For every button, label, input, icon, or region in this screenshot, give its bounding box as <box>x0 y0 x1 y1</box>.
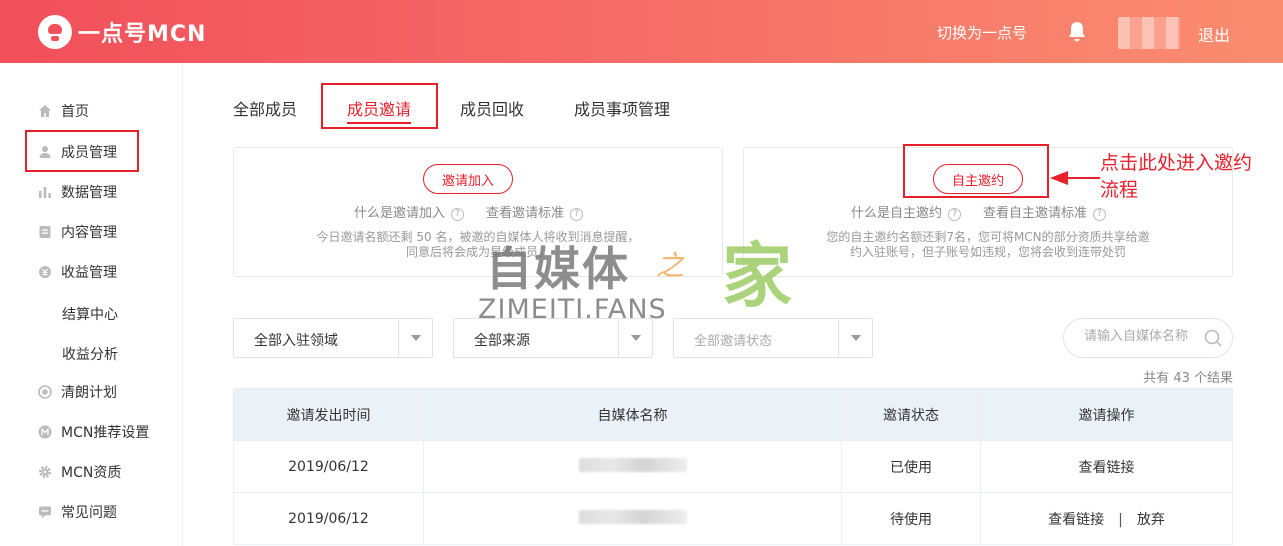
annotation-text: 点击此处进入邀约 流程 <box>1100 152 1253 201</box>
logo-text: 一点号MCN <box>78 22 207 47</box>
switch-account-link[interactable]: 切换为一点号 <box>937 22 1027 43</box>
sidebar-item-home[interactable]: 首页 <box>38 99 89 123</box>
help-icon[interactable]: ? <box>948 208 962 221</box>
annotation-arrow-icon <box>1050 171 1100 185</box>
invite-date: 2019/06/12 <box>233 440 424 493</box>
what-is-invite-link[interactable]: 什么是邀请加入 <box>354 206 445 221</box>
invite-actions: 查看链接 <box>980 440 1233 493</box>
avatar[interactable] <box>1118 17 1180 49</box>
home-icon <box>39 105 51 117</box>
bell-icon[interactable] <box>1067 21 1087 43</box>
tab-member-affairs[interactable]: 成员事项管理 <box>574 96 670 120</box>
sidebar-item-mcn-qualification[interactable]: MCN资质 <box>38 460 121 484</box>
chevron-down-icon[interactable] <box>398 319 432 357</box>
logo[interactable]: 一点号MCN <box>38 15 206 49</box>
sidebar-item-mcn-recommend[interactable]: MCN推荐设置 <box>38 420 149 444</box>
top-header: 一点号MCN 切换为一点号 退出 <box>0 0 1283 63</box>
highlight-box-sidebar <box>25 130 139 172</box>
highlight-box-tab <box>321 83 438 129</box>
invite-table: 邀请发出时间 自媒体名称 邀请状态 邀请操作 2019/06/12 已使用 查看… <box>233 388 1233 545</box>
invite-status: 已使用 <box>841 440 981 493</box>
tab-all-members[interactable]: 全部成员 <box>233 96 297 120</box>
self-invite-card-links: 什么是自主邀约? 查看自主邀请标准? <box>851 202 1128 221</box>
action-separator: | <box>1118 511 1123 528</box>
view-link-button[interactable]: 查看链接 <box>1079 460 1135 476</box>
abandon-button[interactable]: 放弃 <box>1137 512 1165 528</box>
invite-join-button[interactable]: 邀请加入 <box>423 164 513 194</box>
domain-select[interactable]: 全部入驻领域 <box>233 318 433 358</box>
status-select[interactable]: 全部邀请状态 <box>673 318 873 358</box>
media-name-blurred <box>578 509 687 524</box>
sidebar-item-content[interactable]: 内容管理 <box>38 220 117 244</box>
tab-member-recycle[interactable]: 成员回收 <box>460 96 524 120</box>
view-link-button[interactable]: 查看链接 <box>1048 512 1104 528</box>
media-name-cell <box>423 440 842 493</box>
what-is-self-invite-link[interactable]: 什么是自主邀约 <box>851 206 942 221</box>
coin-icon <box>39 266 51 278</box>
sidebar-item-revenue[interactable]: 收益管理 <box>38 260 117 284</box>
bar-chart-icon <box>39 187 51 198</box>
sidebar-item-settlement[interactable]: 结算中心 <box>62 304 118 324</box>
table-row: 2019/06/12 待使用 查看链接 | 放弃 <box>233 492 1233 545</box>
column-header: 邀请状态 <box>841 388 981 441</box>
view-self-invite-standard-link[interactable]: 查看自主邀请标准 <box>983 206 1087 221</box>
m-circle-icon <box>38 425 52 439</box>
column-header: 邀请发出时间 <box>233 388 424 441</box>
sidebar-item-data[interactable]: 数据管理 <box>38 180 117 204</box>
table-header-row: 邀请发出时间 自媒体名称 邀请状态 邀请操作 <box>233 388 1233 441</box>
gear-icon <box>39 466 51 478</box>
logo-icon <box>38 15 72 49</box>
invite-card-description: 今日邀请名额还剩 50 名，被邀的自媒体人将收到消息提醒， 同意后将会成为星级成… <box>316 230 640 259</box>
invite-status: 待使用 <box>841 492 981 545</box>
search-box <box>1063 318 1233 358</box>
message-icon <box>39 506 51 519</box>
source-select[interactable]: 全部来源 <box>453 318 653 358</box>
search-icon[interactable] <box>1204 329 1222 347</box>
chevron-down-icon[interactable] <box>618 319 652 357</box>
sidebar-item-qinglang[interactable]: 清朗计划 <box>38 380 117 404</box>
invite-actions: 查看链接 | 放弃 <box>980 492 1233 545</box>
search-input[interactable] <box>1084 329 1204 344</box>
document-icon <box>39 226 51 238</box>
invite-card-links: 什么是邀请加入? 查看邀请标准? <box>354 202 605 221</box>
media-name-cell <box>423 492 842 545</box>
help-icon[interactable]: ? <box>451 208 465 221</box>
column-header: 邀请操作 <box>980 388 1233 441</box>
sidebar-item-faq[interactable]: 常见问题 <box>38 500 117 524</box>
result-count: 共有 43 个结果 <box>1143 371 1233 386</box>
chevron-down-icon[interactable] <box>838 319 872 357</box>
column-header: 自媒体名称 <box>423 388 842 441</box>
logout-link[interactable]: 退出 <box>1198 22 1230 46</box>
media-name-blurred <box>578 457 687 472</box>
invite-date: 2019/06/12 <box>233 492 424 545</box>
sidebar-item-revenue-analysis[interactable]: 收益分析 <box>62 344 118 364</box>
help-icon[interactable]: ? <box>1093 208 1107 221</box>
view-invite-standard-link[interactable]: 查看邀请标准 <box>486 206 564 221</box>
help-icon[interactable]: ? <box>570 208 584 221</box>
highlight-box-self-invite <box>903 144 1049 198</box>
self-invite-card-description: 您的自主邀约名额还剩7名，您可将MCN的部分资质共享给邀 约入驻账号，但子账号如… <box>826 230 1150 259</box>
table-row: 2019/06/12 已使用 查看链接 <box>233 440 1233 493</box>
target-icon <box>38 385 52 399</box>
